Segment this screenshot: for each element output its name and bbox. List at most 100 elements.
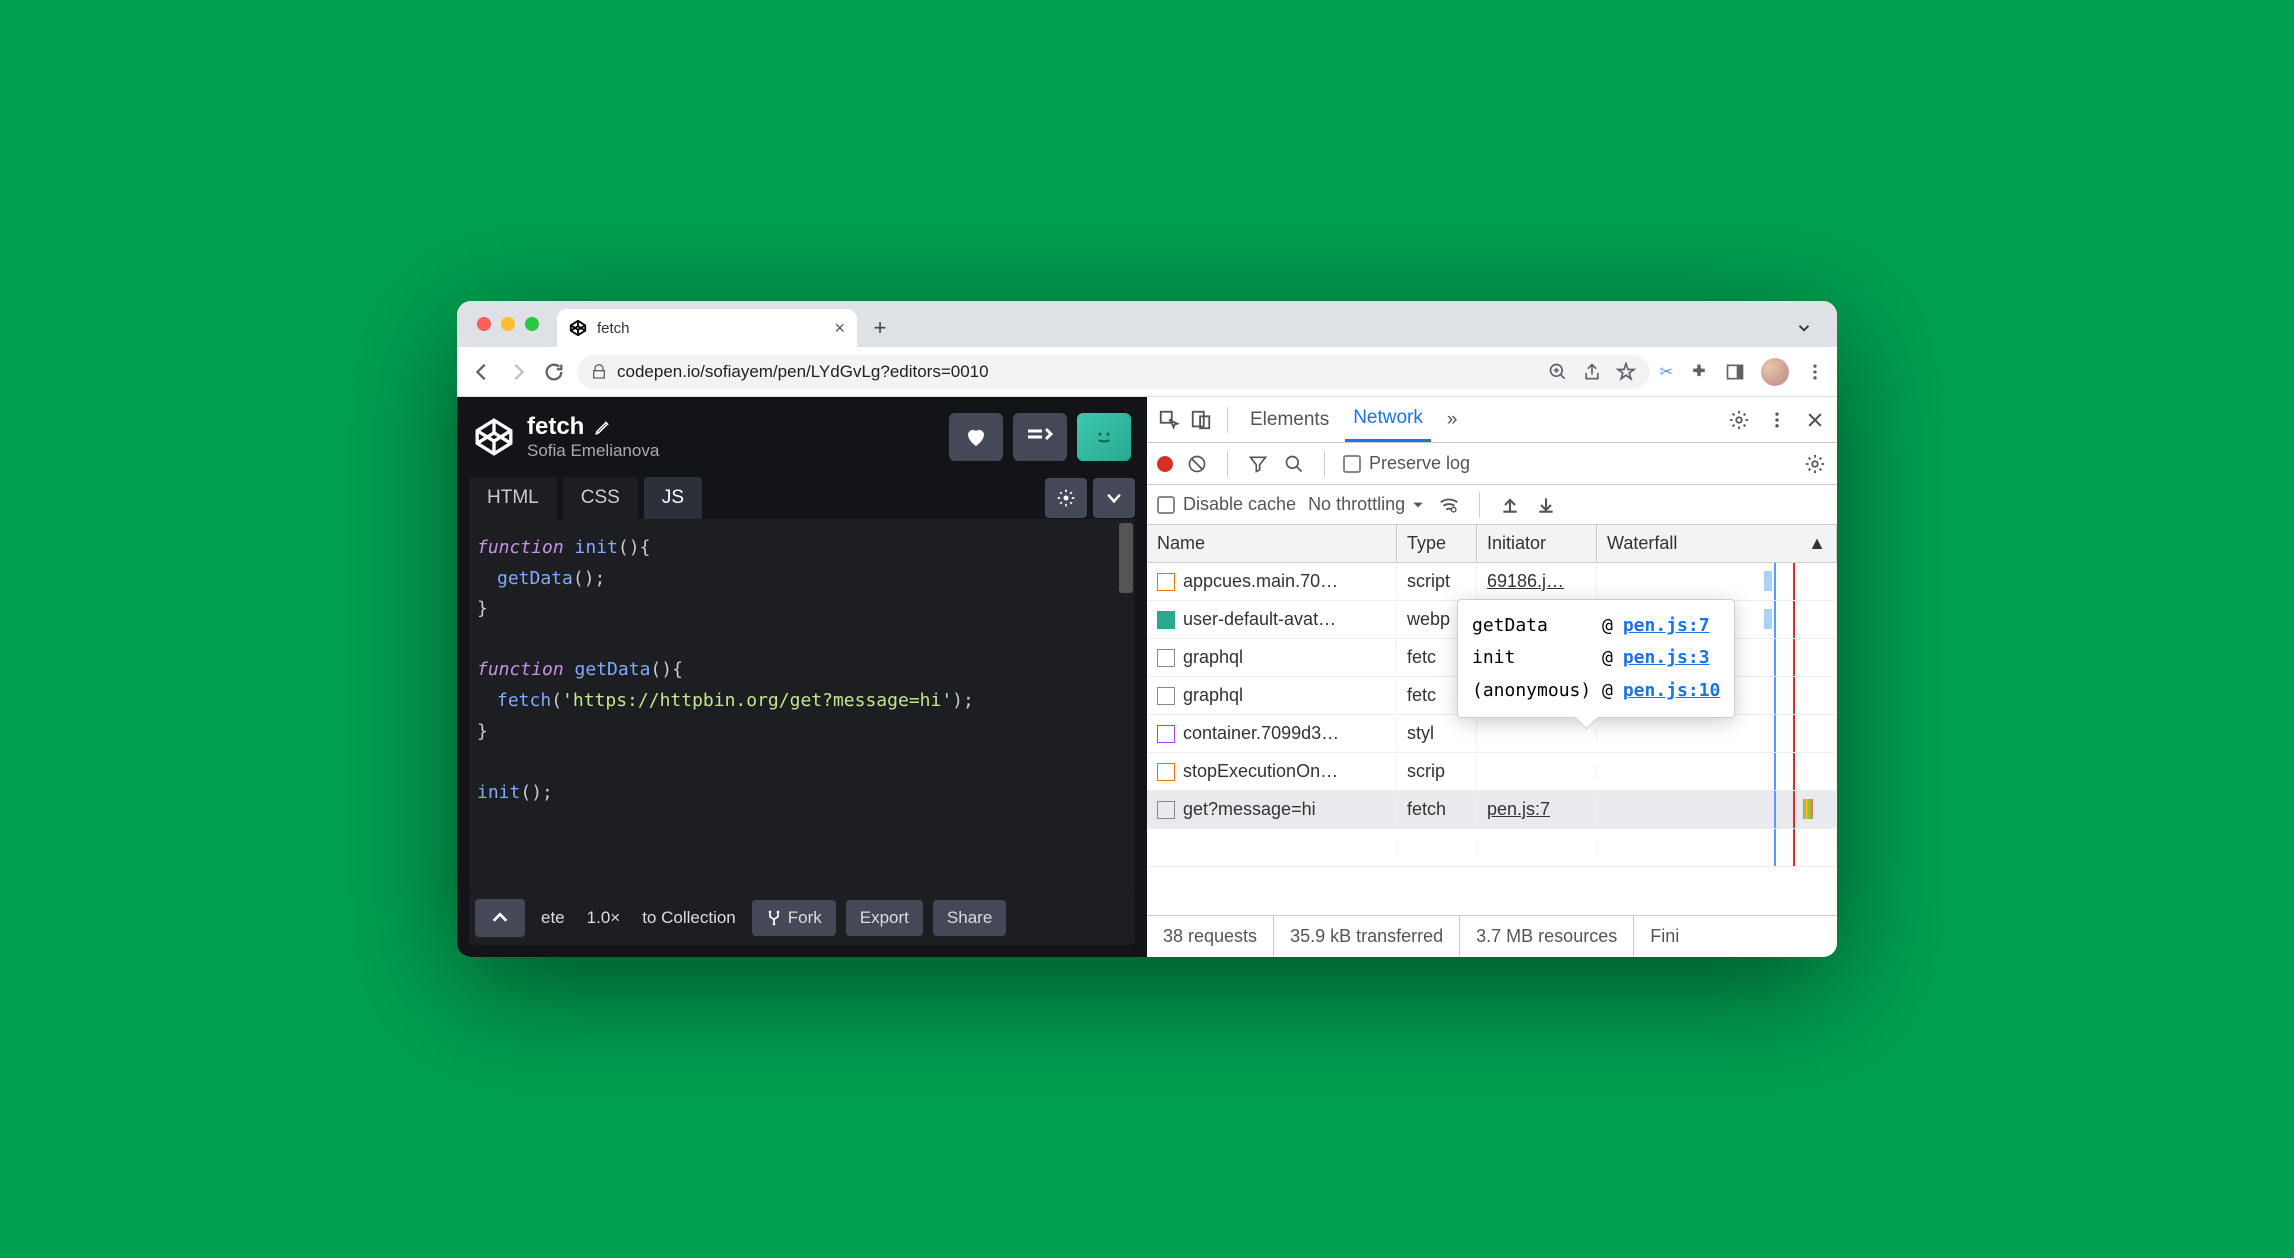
- codepen-favicon: [569, 319, 587, 337]
- tabs-dropdown-button[interactable]: [1791, 315, 1817, 341]
- inspect-icon[interactable]: [1157, 408, 1181, 432]
- sidepanel-icon[interactable]: [1725, 362, 1745, 382]
- request-name: container.7099d3…: [1183, 723, 1339, 744]
- code-call: getData: [497, 568, 573, 589]
- stack-fn: init: [1472, 642, 1592, 674]
- scissors-extension-icon[interactable]: ✂: [1660, 362, 1673, 382]
- clear-button[interactable]: [1185, 452, 1209, 476]
- export-button[interactable]: Export: [846, 900, 923, 936]
- codepen-panel: fetch Sofia Emelianova HTML CSS JS: [457, 397, 1147, 957]
- code-punct: ();: [520, 782, 553, 803]
- close-tab-button[interactable]: ×: [834, 318, 845, 339]
- filter-icon[interactable]: [1246, 452, 1270, 476]
- zoom-icon[interactable]: [1548, 362, 1568, 382]
- pen-author[interactable]: Sofia Emelianova: [527, 441, 659, 461]
- maximize-window-button[interactable]: [525, 317, 539, 331]
- record-button[interactable]: [1157, 456, 1173, 472]
- stack-fn: (anonymous): [1472, 675, 1592, 707]
- request-name: graphql: [1183, 647, 1243, 668]
- network-toolbar-2: Disable cache No throttling: [1147, 485, 1837, 525]
- editor-tabs: HTML CSS JS: [457, 469, 1147, 519]
- stack-source-link[interactable]: pen.js:7: [1623, 610, 1710, 642]
- fork-button[interactable]: Fork: [752, 900, 836, 936]
- stack-source-link[interactable]: pen.js:3: [1623, 642, 1710, 674]
- tab-network[interactable]: Network: [1345, 397, 1431, 442]
- file-type-icon: [1157, 649, 1175, 667]
- close-window-button[interactable]: [477, 317, 491, 331]
- reload-button[interactable]: [541, 359, 567, 385]
- col-name[interactable]: Name: [1147, 525, 1397, 562]
- code-string: 'https://httpbin.org/get?message=hi': [562, 690, 952, 711]
- network-row[interactable]: get?message=hifetchpen.js:7: [1147, 791, 1837, 829]
- initiator-link[interactable]: 69186.j…: [1487, 571, 1564, 591]
- stack-source-link[interactable]: pen.js:10: [1623, 675, 1721, 707]
- waterfall-label: Waterfall: [1607, 533, 1677, 554]
- code-punct: (){: [650, 659, 683, 680]
- network-row[interactable]: container.7099d3… styl: [1147, 715, 1837, 753]
- user-avatar[interactable]: [1077, 413, 1131, 461]
- request-name: appcues.main.70…: [1183, 571, 1338, 592]
- zoom-level[interactable]: 1.0×: [581, 900, 627, 936]
- love-button[interactable]: [949, 413, 1003, 461]
- share-icon[interactable]: [1582, 362, 1602, 382]
- devtools-close-icon[interactable]: [1803, 408, 1827, 432]
- throttling-label: No throttling: [1308, 494, 1405, 515]
- col-waterfall[interactable]: Waterfall ▲: [1597, 525, 1837, 562]
- add-to-collection-button[interactable]: to Collection: [636, 900, 742, 936]
- import-har-icon[interactable]: [1498, 493, 1522, 517]
- sort-asc-icon: ▲: [1808, 533, 1826, 554]
- share-button[interactable]: Share: [933, 900, 1006, 936]
- col-initiator[interactable]: Initiator: [1477, 525, 1597, 562]
- preserve-log-checkbox[interactable]: Preserve log: [1343, 453, 1470, 474]
- minimize-window-button[interactable]: [501, 317, 515, 331]
- request-name: get?message=hi: [1183, 799, 1316, 820]
- layout-button[interactable]: [1013, 413, 1067, 461]
- codepen-header: fetch Sofia Emelianova: [457, 397, 1147, 469]
- editor-settings-button[interactable]: [1045, 478, 1087, 518]
- bookmark-icon[interactable]: [1616, 362, 1636, 382]
- initiator-link[interactable]: pen.js:7: [1487, 799, 1550, 819]
- file-type-icon: [1157, 611, 1175, 629]
- search-icon[interactable]: [1282, 452, 1306, 476]
- network-conditions-icon[interactable]: [1437, 493, 1461, 517]
- url-text: codepen.io/sofiayem/pen/LYdGvLg?editors=…: [617, 362, 989, 382]
- network-row[interactable]: appcues.main.70…script69186.j…: [1147, 563, 1837, 601]
- network-settings-icon[interactable]: [1803, 452, 1827, 476]
- scrollbar-thumb[interactable]: [1119, 523, 1133, 593]
- tab-title: fetch: [597, 320, 630, 337]
- network-row[interactable]: stopExecutionOn…scrip: [1147, 753, 1837, 791]
- code-punct: (: [551, 690, 562, 711]
- tab-css[interactable]: CSS: [563, 477, 638, 519]
- menu-icon[interactable]: [1805, 362, 1825, 382]
- browser-toolbar: codepen.io/sofiayem/pen/LYdGvLg?editors=…: [457, 347, 1837, 397]
- codepen-logo-icon: [473, 416, 515, 458]
- disable-cache-checkbox[interactable]: Disable cache: [1157, 494, 1296, 515]
- col-type[interactable]: Type: [1397, 525, 1477, 562]
- profile-avatar[interactable]: [1761, 358, 1789, 386]
- file-type-icon: [1157, 725, 1175, 743]
- devtools-menu-icon[interactable]: [1765, 408, 1789, 432]
- console-toggle-button[interactable]: [475, 899, 525, 937]
- device-mode-icon[interactable]: [1189, 408, 1213, 432]
- forward-button[interactable]: [505, 359, 531, 385]
- tab-js[interactable]: JS: [644, 477, 702, 519]
- devtools-settings-icon[interactable]: [1727, 408, 1751, 432]
- export-har-icon[interactable]: [1534, 493, 1558, 517]
- browser-tab[interactable]: fetch ×: [557, 309, 857, 347]
- editor-dropdown-button[interactable]: [1093, 478, 1135, 518]
- tab-html[interactable]: HTML: [469, 477, 557, 519]
- tab-elements[interactable]: Elements: [1242, 399, 1337, 441]
- new-tab-button[interactable]: +: [865, 313, 895, 343]
- window-controls: [477, 317, 539, 331]
- code-editor[interactable]: function init(){ getData(); } function g…: [469, 519, 1135, 891]
- file-type-icon: [1157, 801, 1175, 819]
- address-bar[interactable]: codepen.io/sofiayem/pen/LYdGvLg?editors=…: [577, 355, 1650, 389]
- edit-title-icon[interactable]: [594, 418, 612, 436]
- request-type: styl: [1397, 717, 1477, 750]
- throttling-select[interactable]: No throttling: [1308, 494, 1425, 515]
- back-button[interactable]: [469, 359, 495, 385]
- tab-more[interactable]: »: [1439, 399, 1466, 441]
- devtools-status-bar: 38 requests 35.9 kB transferred 3.7 MB r…: [1147, 915, 1837, 957]
- extensions-icon[interactable]: [1689, 362, 1709, 382]
- code-punct: }: [477, 598, 488, 619]
